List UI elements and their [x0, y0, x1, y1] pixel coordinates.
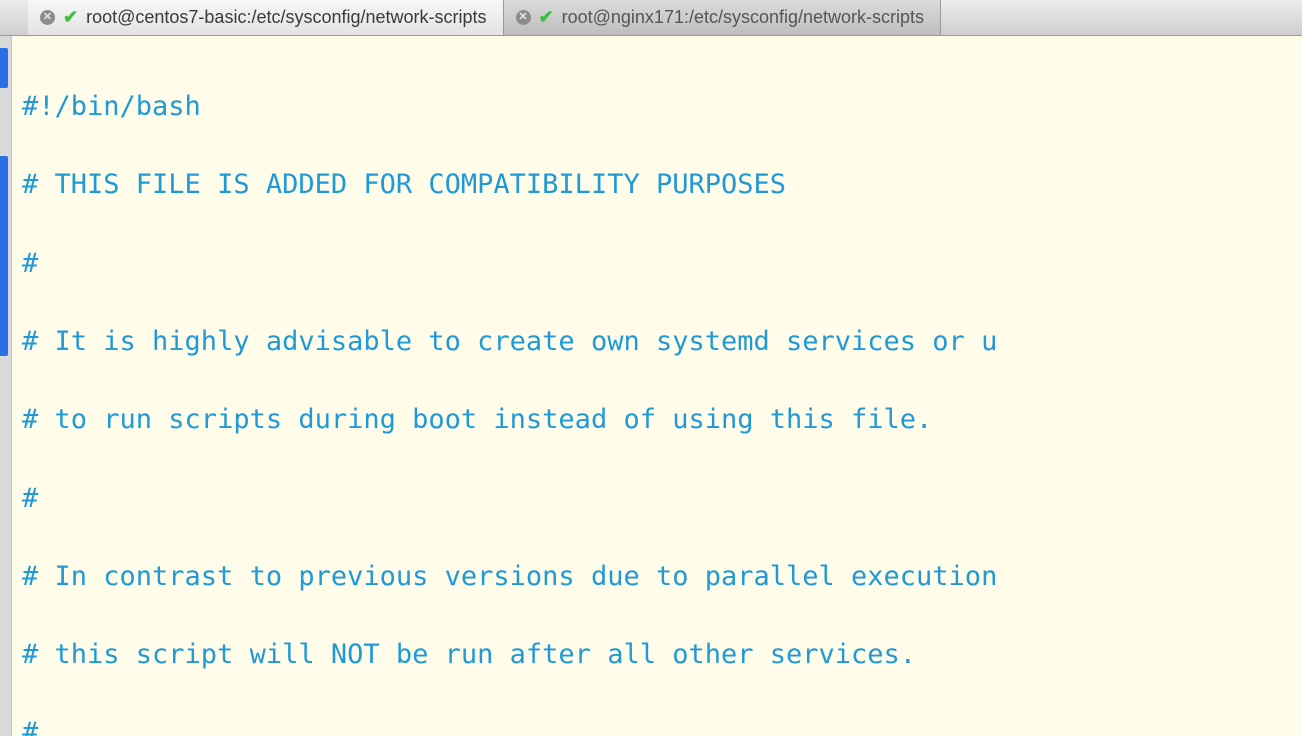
close-icon[interactable]: ✕	[516, 10, 531, 25]
check-icon: ✔	[63, 7, 78, 28]
tab-terminal-1[interactable]: ✕ ✔ root@centos7-basic:/etc/sysconfig/ne…	[28, 0, 504, 35]
tab-label: root@centos7-basic:/etc/sysconfig/networ…	[86, 7, 486, 28]
tab-label: root@nginx171:/etc/sysconfig/network-scr…	[562, 7, 924, 28]
check-icon: ✔	[539, 7, 554, 28]
code-line: #	[22, 483, 38, 514]
code-area[interactable]: #!/bin/bash # THIS FILE IS ADDED FOR COM…	[12, 36, 1302, 736]
close-icon[interactable]: ✕	[40, 10, 55, 25]
code-line: # It is highly advisable to create own s…	[22, 326, 997, 357]
change-marker	[0, 156, 8, 356]
code-line: # this script will NOT be run after all …	[22, 639, 916, 670]
change-marker	[0, 48, 8, 88]
code-line: #	[22, 717, 38, 736]
code-line: #	[22, 248, 38, 279]
tab-bar: ✕ ✔ root@centos7-basic:/etc/sysconfig/ne…	[0, 0, 1302, 36]
code-line: # to run scripts during boot instead of …	[22, 404, 932, 435]
editor-pane: #!/bin/bash # THIS FILE IS ADDED FOR COM…	[0, 36, 1302, 736]
code-line: # In contrast to previous versions due t…	[22, 561, 997, 592]
code-line: # THIS FILE IS ADDED FOR COMPATIBILITY P…	[22, 169, 786, 200]
tab-terminal-2[interactable]: ✕ ✔ root@nginx171:/etc/sysconfig/network…	[504, 0, 942, 35]
code-line: #!/bin/bash	[22, 91, 201, 122]
gutter	[0, 36, 12, 736]
